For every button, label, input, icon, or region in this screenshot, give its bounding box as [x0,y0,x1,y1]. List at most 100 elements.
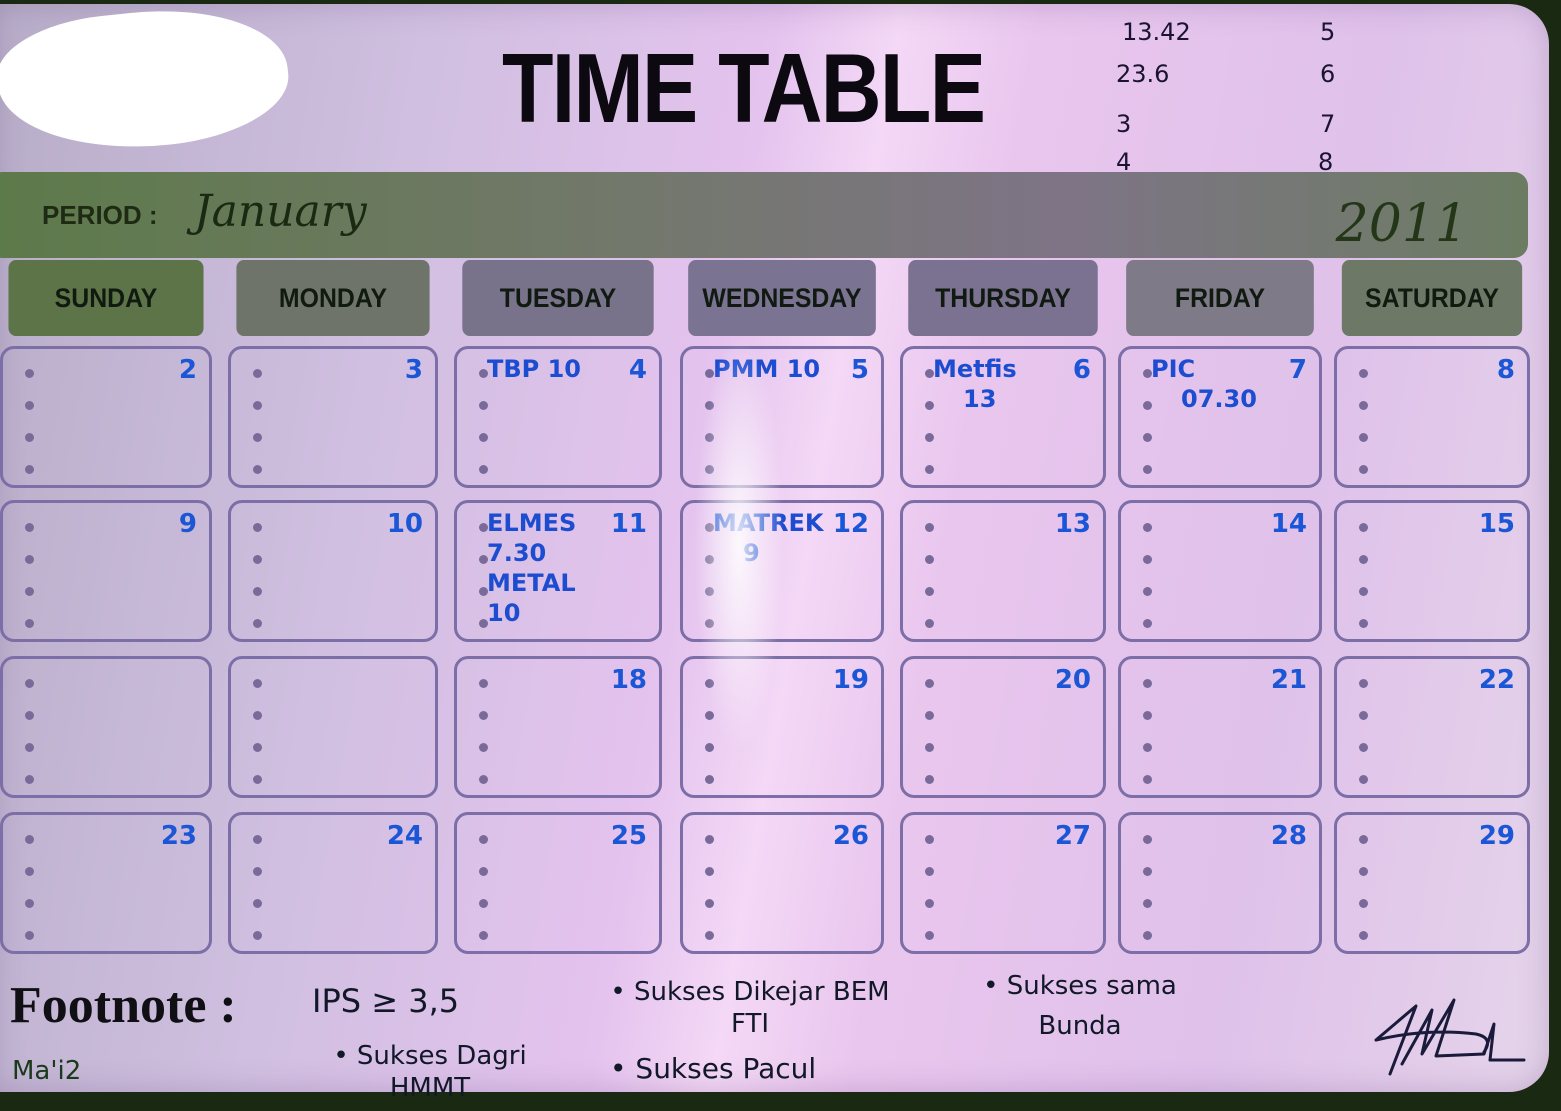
day-number: 6 [1072,355,1091,385]
bullet-dot [479,465,488,474]
bullet-dot [925,587,934,596]
bullet-dot [705,867,714,876]
bullet-dot [925,835,934,844]
redacted-scribble [0,0,295,162]
bullet-dot [1359,555,1368,564]
day-cell: 14 [1118,500,1322,642]
bullet-dot [25,931,34,940]
bullet-dot [1143,931,1152,940]
note-right-1: 5 [1320,18,1336,46]
bullet-dot [1143,401,1152,410]
bullet-dot [925,433,934,442]
day-cell: 11 ELMES 7.30 METAL 10 [454,500,662,642]
day-entry: ELMES [487,509,577,537]
footnote-bottom-left: Ma'i2 [12,1056,82,1086]
day-cell: 13 [900,500,1106,642]
day-entry: 10 [487,599,521,627]
bullet-dot [253,867,262,876]
note-right-3: 7 [1320,110,1336,138]
day-cell: 10 [228,500,438,642]
board-title: TIME TABLE [502,33,986,143]
day-number: 8 [1496,355,1515,385]
day-cell: 22 [1334,656,1530,798]
bullet-dot [1143,775,1152,784]
bullet-dot [253,369,262,378]
period-bar: PERIOD : January 2011 [0,172,1528,258]
bullet-dot [1143,867,1152,876]
bullet-dot [705,931,714,940]
bullet-dot [1359,867,1368,876]
bullet-dot [253,931,262,940]
period-month: January [194,186,367,237]
bullet-dot [705,711,714,720]
day-cell: 28 [1118,812,1322,954]
bullet-dot [705,401,714,410]
bullet-dot [1143,465,1152,474]
bullet-dot [1143,711,1152,720]
footnote-label: Footnote : [10,977,237,1034]
bullet-dot [1143,835,1152,844]
bullet-dot [25,555,34,564]
bullet-dot [925,775,934,784]
day-number: 7 [1288,355,1307,385]
bullet-dot [925,465,934,474]
day-cell: 2 [0,346,212,488]
day-number: 18 [610,665,647,695]
bullet-dot [705,433,714,442]
bullet-dot [1359,835,1368,844]
bullet-dot [253,679,262,688]
bullet-dot [1359,679,1368,688]
day-number: 28 [1270,821,1307,851]
bullet-dot [705,587,714,596]
footnote-item-bunda: • Sukses sama Bunda [983,971,1177,1041]
bullet-dot [925,523,934,532]
bullet-dot [1359,931,1368,940]
weekday-header: SUNDAY [8,260,204,336]
bullet-dot [705,835,714,844]
day-cell: 15 [1334,500,1530,642]
signature-icon [1374,998,1526,1076]
bullet-dot [479,433,488,442]
bullet-dot [479,867,488,876]
bullet-dot [25,619,34,628]
bullet-dot [705,465,714,474]
bullet-dot [925,401,934,410]
day-cell: 24 [228,812,438,954]
day-number: 26 [832,821,869,851]
day-entry: 7.30 [487,539,547,567]
bullet-dot [705,555,714,564]
bullet-dot [25,587,34,596]
day-number: 3 [404,355,423,385]
bullet-dot [1359,401,1368,410]
bullet-dot [25,523,34,532]
day-number: 13 [1054,509,1091,539]
bullet-dot [479,899,488,908]
bullet-dot [705,899,714,908]
day-number: 14 [1270,509,1307,539]
day-entry: METAL [487,569,576,597]
bullet-dot [253,401,262,410]
bullet-dot [1359,587,1368,596]
note-left-3: 3 [1116,110,1132,138]
bullet-dot [1143,587,1152,596]
bullet-dot [253,433,262,442]
bullet-dot [925,711,934,720]
bullet-dot [253,523,262,532]
bullet-dot [25,679,34,688]
bullet-dot [1359,619,1368,628]
bullet-dot [925,899,934,908]
bullet-dot [1143,619,1152,628]
bullet-dot [925,867,934,876]
bullet-dot [1143,899,1152,908]
day-number: 19 [832,665,869,695]
day-cell: 21 [1118,656,1322,798]
bullet-dot [479,401,488,410]
bullet-dot [479,775,488,784]
weekday-header: TUESDAY [462,260,654,336]
day-cell: 6 Metfis 13 [900,346,1106,488]
day-cell: 12 MATREK 9 [680,500,884,642]
top-right-notes: 13.42 23.6 3 4 5 6 7 8 [1116,18,1352,188]
day-number: 5 [850,355,869,385]
day-cell [0,656,212,798]
day-number: 27 [1054,821,1091,851]
